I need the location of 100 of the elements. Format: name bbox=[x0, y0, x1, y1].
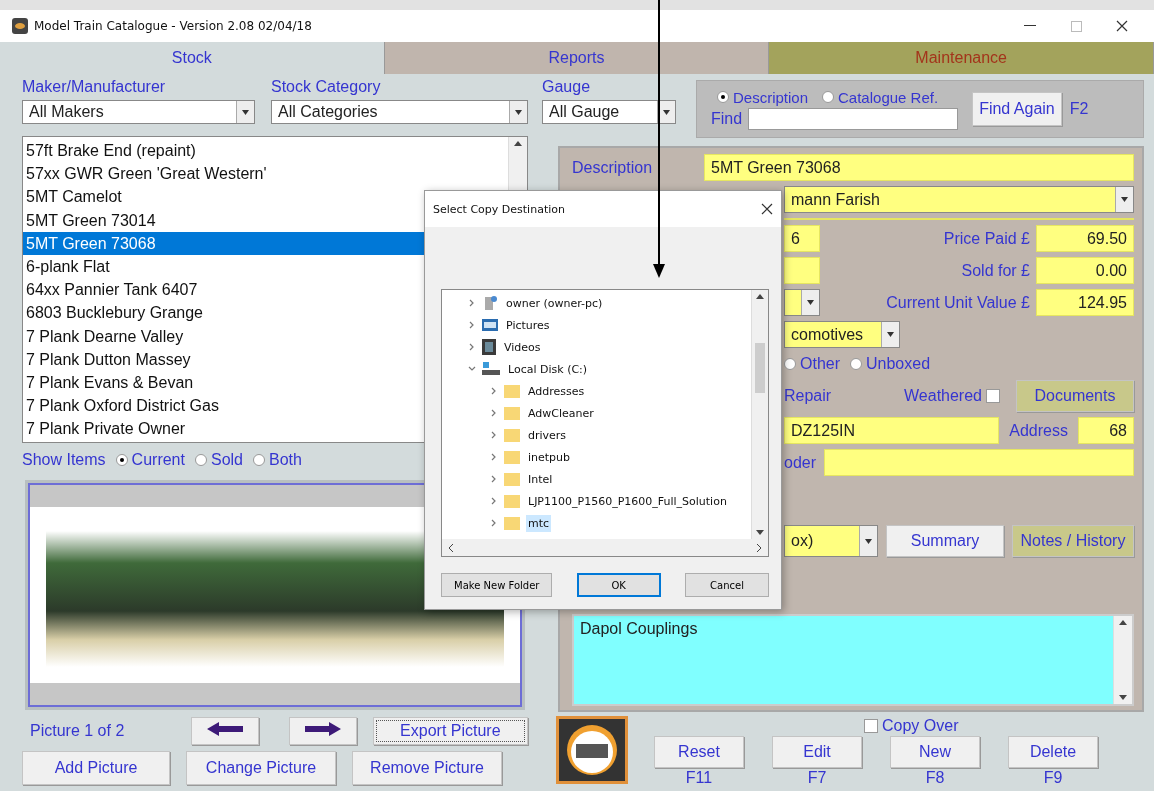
find-again-button[interactable]: Find Again bbox=[972, 92, 1062, 126]
radio-option[interactable]: Sold bbox=[194, 451, 243, 469]
tab[interactable]: Reports bbox=[384, 42, 770, 74]
caret-down-icon[interactable] bbox=[1119, 695, 1127, 700]
tree-item[interactable]: owner (owner-pc) bbox=[504, 294, 605, 312]
folder-icon bbox=[504, 428, 520, 442]
decoder-field[interactable]: DZ125IN bbox=[784, 417, 1000, 444]
find-field[interactable] bbox=[748, 107, 959, 130]
caret-down-icon[interactable] bbox=[865, 538, 872, 544]
summary-button[interactable]: Summary bbox=[886, 525, 1004, 557]
tree-item[interactable]: Local Disk (C:) bbox=[506, 360, 590, 378]
scrollbar[interactable] bbox=[751, 290, 768, 539]
radio-option[interactable]: Both bbox=[253, 451, 302, 469]
window-title: Model Train Catalogue - Version 2.08 02/04/18 bbox=[34, 19, 313, 33]
picture-button[interactable]: Add Picture bbox=[22, 751, 170, 785]
chevron-right-icon[interactable] bbox=[756, 543, 762, 552]
caret-up-icon[interactable] bbox=[1119, 620, 1127, 625]
radio-option[interactable]: Catalogue Ref. bbox=[822, 88, 939, 106]
caret-down-icon[interactable] bbox=[756, 530, 764, 535]
caret-down-icon[interactable] bbox=[663, 109, 670, 115]
price-label: Current Unit Value £ bbox=[886, 293, 1030, 312]
packaging-dropdown[interactable]: ox) bbox=[784, 525, 878, 557]
text-field[interactable]: 6 bbox=[784, 225, 820, 252]
radio-option[interactable]: Unboxed bbox=[850, 355, 931, 373]
tree-item[interactable]: mtc bbox=[526, 514, 552, 532]
copy-over-checkbox[interactable]: Copy Over bbox=[864, 716, 1098, 736]
weathered-checkbox[interactable]: Weathered bbox=[904, 387, 1000, 405]
tree-item[interactable]: Videos bbox=[502, 338, 543, 356]
chevron-right-icon[interactable] bbox=[490, 409, 498, 417]
find-label: Find bbox=[711, 109, 743, 128]
filter-dropdown[interactable]: All Categories bbox=[271, 100, 528, 124]
radio-option[interactable]: Description bbox=[717, 88, 809, 106]
tree-item[interactable]: Intel bbox=[526, 470, 555, 488]
caret-down-icon[interactable] bbox=[242, 109, 249, 115]
dialog-button[interactable]: Make New Folder bbox=[441, 573, 553, 597]
price-field[interactable]: 124.95 bbox=[1036, 289, 1134, 316]
dialog-button[interactable]: OK bbox=[576, 573, 661, 597]
price-field[interactable]: 69.50 bbox=[1036, 225, 1134, 252]
chevron-right-icon[interactable] bbox=[490, 519, 498, 527]
text-field[interactable] bbox=[824, 449, 1134, 476]
address-field[interactable]: 68 bbox=[1078, 417, 1134, 444]
price-field[interactable]: 0.00 bbox=[1036, 257, 1134, 284]
maker-dropdown[interactable]: mann Farish bbox=[784, 186, 1134, 213]
caret-down-icon[interactable] bbox=[887, 332, 894, 337]
dialog-button[interactable]: Cancel bbox=[685, 573, 769, 597]
picture-button[interactable]: Remove Picture bbox=[352, 751, 502, 785]
chevron-right-icon[interactable] bbox=[490, 497, 498, 505]
radio-option[interactable]: Other bbox=[784, 355, 840, 373]
computer-icon bbox=[482, 295, 498, 311]
caret-down-icon[interactable] bbox=[515, 109, 522, 115]
arrow-left-icon bbox=[207, 722, 244, 736]
arrow-right-icon bbox=[304, 722, 341, 736]
previous-picture-button[interactable] bbox=[191, 717, 260, 745]
chevron-right-icon[interactable] bbox=[490, 453, 498, 461]
list-item[interactable]: 57xx GWR Green 'Great Western' bbox=[23, 162, 508, 186]
chevron-left-icon[interactable] bbox=[448, 543, 454, 552]
tree-item[interactable]: drivers bbox=[526, 426, 569, 444]
chevron-right-icon[interactable] bbox=[468, 299, 476, 307]
action-button[interactable]: Reset bbox=[654, 736, 744, 768]
tree-item[interactable]: LJP1100_P1560_P1600_Full_Solution bbox=[526, 492, 729, 510]
filter-dropdown[interactable]: All Makers bbox=[22, 100, 255, 124]
chevron-right-icon[interactable] bbox=[490, 387, 498, 395]
action-button[interactable]: Edit bbox=[772, 736, 862, 768]
chevron-right-icon[interactable] bbox=[490, 431, 498, 439]
action-button[interactable]: Delete bbox=[1008, 736, 1098, 768]
tree-item[interactable]: inetpub bbox=[526, 448, 573, 466]
scrollbar-thumb[interactable] bbox=[755, 343, 765, 393]
notes-field[interactable]: Dapol Couplings bbox=[572, 614, 1134, 706]
caret-up-icon[interactable] bbox=[756, 294, 764, 299]
pictures-icon bbox=[482, 319, 498, 331]
dropdown[interactable] bbox=[784, 289, 820, 316]
category-dropdown[interactable]: comotives bbox=[784, 321, 900, 348]
chevron-right-icon[interactable] bbox=[468, 343, 476, 351]
next-picture-button[interactable] bbox=[288, 717, 357, 745]
caret-down-icon[interactable] bbox=[1121, 197, 1128, 202]
filter-dropdown[interactable]: All Gauge bbox=[542, 100, 676, 124]
tree-item[interactable]: Pictures bbox=[504, 316, 552, 334]
picture-button[interactable]: Change Picture bbox=[186, 751, 336, 785]
tree-item[interactable]: AdwCleaner bbox=[526, 404, 596, 422]
film-icon bbox=[482, 339, 496, 355]
radio-option[interactable]: Current bbox=[115, 451, 185, 469]
horizontal-scrollbar[interactable] bbox=[442, 539, 768, 556]
close-icon[interactable] bbox=[761, 203, 773, 215]
folder-icon bbox=[504, 516, 520, 530]
action-button[interactable]: New bbox=[890, 736, 980, 768]
filter-label: Maker/Manufacturer bbox=[22, 78, 167, 96]
description-field[interactable]: 5MT Green 73068 bbox=[704, 154, 1134, 181]
export-picture-button[interactable]: Export Picture bbox=[372, 717, 528, 745]
notes-history-button[interactable]: Notes / History bbox=[1012, 525, 1134, 557]
documents-button[interactable]: Documents bbox=[1016, 380, 1134, 412]
tree-item[interactable]: Addresses bbox=[526, 382, 587, 400]
chevron-down-icon[interactable] bbox=[468, 365, 476, 373]
text-field[interactable] bbox=[784, 257, 820, 284]
caret-up-icon[interactable] bbox=[514, 141, 522, 146]
scrollbar[interactable] bbox=[1113, 616, 1132, 704]
price-label: Sold for £ bbox=[961, 261, 1030, 280]
chevron-right-icon[interactable] bbox=[490, 475, 498, 483]
list-item[interactable]: 57ft Brake End (repaint) bbox=[23, 139, 508, 163]
caret-down-icon[interactable] bbox=[807, 300, 814, 305]
chevron-right-icon[interactable] bbox=[468, 321, 476, 329]
